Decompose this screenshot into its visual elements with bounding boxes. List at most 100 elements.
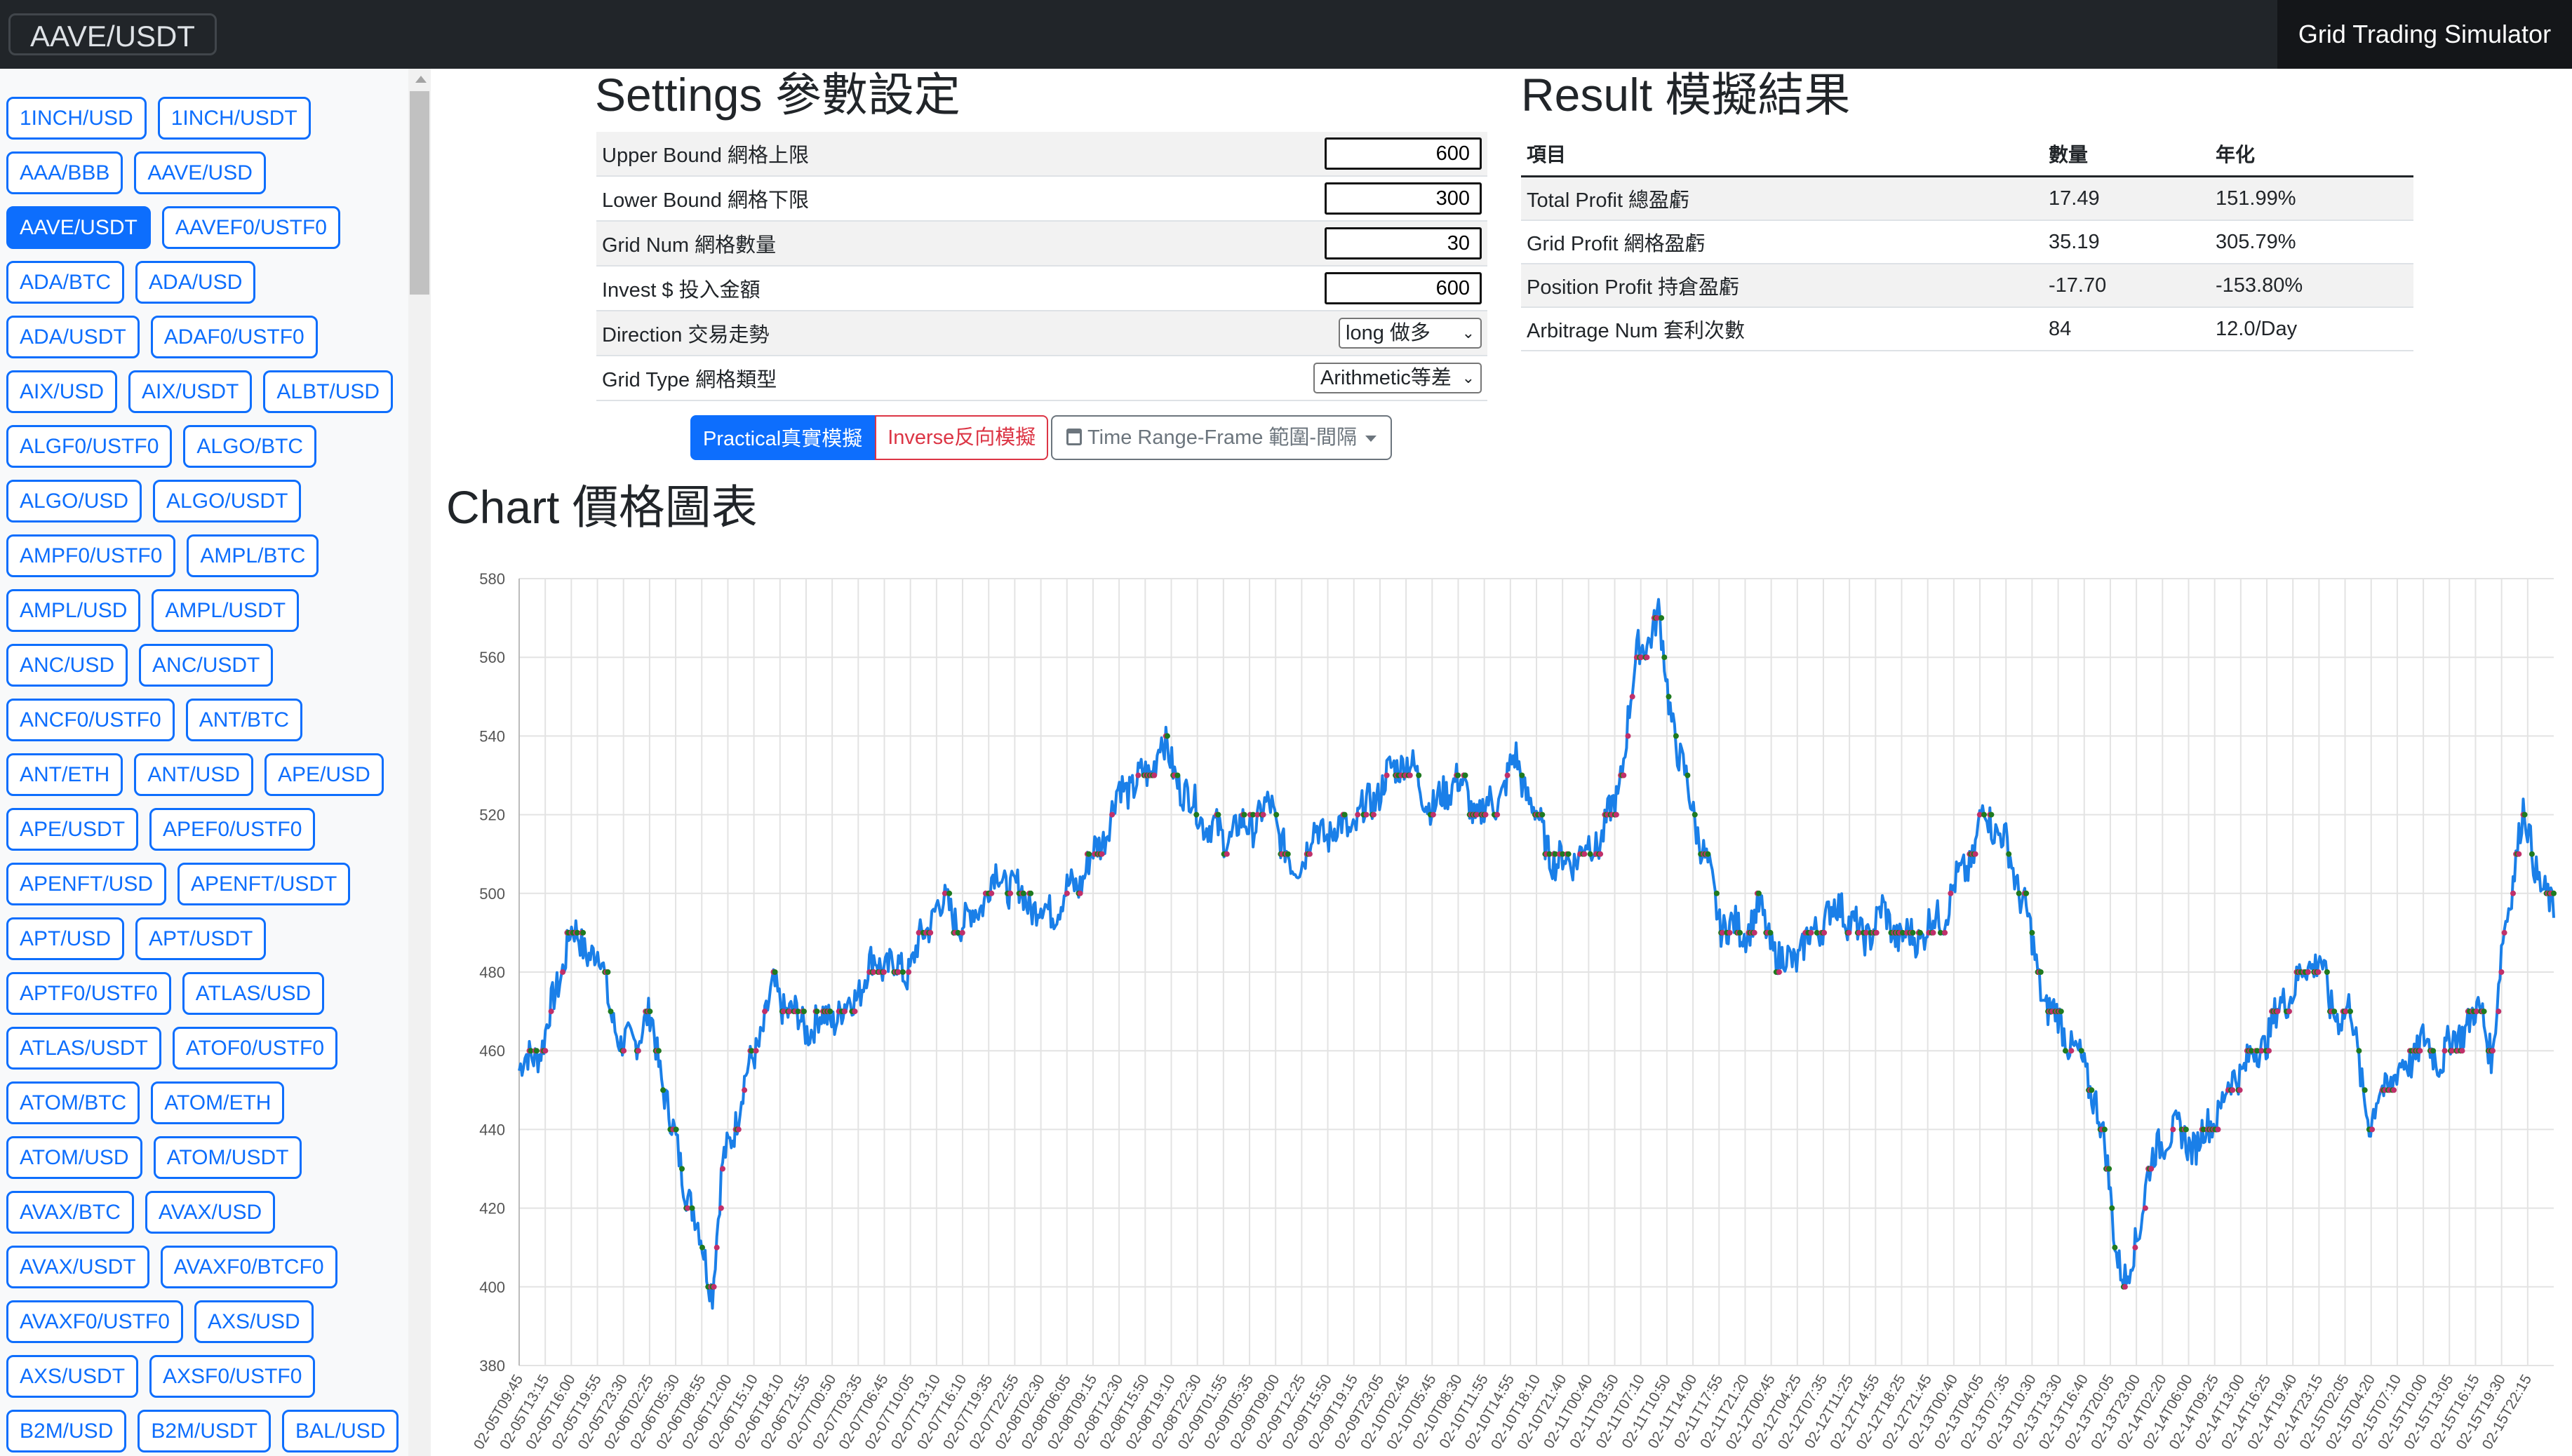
pair-button[interactable]: ADA/BTC [6, 261, 125, 304]
pair-button[interactable]: APE/USD [264, 753, 384, 796]
invest-input[interactable] [1325, 272, 1482, 304]
upper-bound-input[interactable] [1325, 137, 1482, 170]
result-amount: -17.70 [2043, 264, 2210, 308]
pair-button[interactable]: APTF0/USTF0 [6, 972, 171, 1015]
pair-button[interactable]: ANC/USD [6, 644, 128, 687]
pair-button[interactable]: AVAXF0/BTCF0 [160, 1246, 337, 1288]
pair-button[interactable]: ATLAS/USDT [6, 1027, 161, 1070]
pair-button[interactable]: B2M/USDT [138, 1410, 272, 1452]
buy-marker [673, 1126, 679, 1133]
buy-marker [580, 929, 587, 936]
direction-select[interactable]: long 做多 ⌄ [1339, 318, 1482, 349]
pair-button[interactable]: APE/USDT [6, 808, 139, 851]
pair-button[interactable]: ALGO/BTC [183, 425, 317, 468]
sell-marker [1064, 890, 1070, 896]
sell-marker [852, 1009, 858, 1015]
buy-marker [1917, 929, 1923, 936]
buy-marker [1565, 851, 1572, 857]
pair-button[interactable]: ADA/USD [135, 261, 256, 304]
pair-button[interactable]: ANT/BTC [185, 699, 303, 741]
sell-marker [2369, 1126, 2376, 1133]
pair-button[interactable]: ADAF0/USTF0 [150, 316, 318, 358]
pair-button[interactable]: AXS/USDT [6, 1355, 139, 1398]
sell-marker [1224, 851, 1230, 857]
pair-button[interactable]: ATOM/USD [6, 1136, 142, 1179]
practical-simulation-button[interactable]: Practical真實模擬 [690, 415, 876, 460]
pair-button[interactable]: ATOM/ETH [151, 1081, 285, 1124]
pair-button[interactable]: ANCF0/USTF0 [6, 699, 175, 741]
pair-button[interactable]: ANT/USD [134, 753, 254, 796]
buy-marker [1684, 772, 1691, 778]
y-tick-label: 480 [479, 964, 505, 981]
pair-button[interactable]: BAL/USD [282, 1410, 399, 1452]
pair-button[interactable]: AVAXF0/USTF0 [6, 1300, 183, 1343]
pair-button[interactable]: APENFT/USD [6, 863, 167, 905]
pair-button[interactable]: AMPL/BTC [187, 534, 319, 577]
pair-button[interactable]: APT/USDT [135, 917, 267, 960]
buy-marker [814, 1009, 820, 1015]
pair-button[interactable]: AXSF0/USTF0 [149, 1355, 316, 1398]
pair-button[interactable]: AXS/USD [194, 1300, 314, 1343]
pair-button[interactable]: 1INCH/USD [6, 97, 147, 140]
pair-button[interactable]: APT/USD [6, 917, 125, 960]
buy-marker [1193, 811, 1200, 818]
pair-button[interactable]: ATOM/USDT [153, 1136, 302, 1179]
pair-button[interactable]: B2M/USD [6, 1410, 127, 1452]
app-title[interactable]: Grid Trading Simulator [2277, 0, 2572, 69]
pair-button[interactable]: AAA/BBB [6, 151, 123, 194]
pair-button[interactable]: ALGO/USD [6, 480, 142, 523]
sell-marker [742, 1087, 748, 1093]
pair-button[interactable]: AMPL/USDT [152, 589, 300, 632]
sell-marker [1109, 811, 1116, 818]
pair-button[interactable]: AMPF0/USTF0 [6, 534, 176, 577]
sell-marker [720, 1166, 725, 1172]
pair-button[interactable]: AVAX/USDT [6, 1246, 149, 1288]
buy-marker [1462, 772, 1468, 778]
pair-button[interactable]: AMPL/USD [6, 589, 141, 632]
buy-marker [647, 1009, 653, 1015]
lower-bound-input[interactable] [1325, 182, 1482, 215]
pair-button[interactable]: APENFT/USDT [178, 863, 351, 905]
pair-button[interactable]: ALGO/USDT [153, 480, 302, 523]
pair-button[interactable]: AIX/USDT [128, 370, 253, 413]
pair-button[interactable]: APEF0/USTF0 [149, 808, 316, 851]
chart-heading: Chart 價格圖表 [446, 481, 758, 533]
sell-marker [2315, 969, 2322, 975]
pair-button[interactable]: ANC/USDT [139, 644, 274, 687]
buy-marker [1587, 851, 1593, 857]
buy-marker [2183, 1126, 2189, 1133]
result-metric: Position Profit 持倉盈虧 [1521, 264, 2043, 308]
pair-button[interactable]: ATOF0/USTF0 [172, 1027, 338, 1070]
pair-button[interactable]: AAVEF0/USTF0 [161, 206, 340, 249]
time-range-dropdown[interactable]: Time Range-Frame 範圍-間隔 [1051, 415, 1393, 460]
pair-button[interactable]: AIX/USD [6, 370, 118, 413]
scroll-up-icon[interactable] [415, 76, 427, 83]
pair-button[interactable]: 1INCH/USDT [157, 97, 311, 140]
sell-marker [542, 1048, 549, 1054]
pair-button[interactable]: AVAX/BTC [6, 1191, 134, 1234]
grid-type-select[interactable]: Arithmetic等差 ⌄ [1313, 363, 1482, 393]
pair-button[interactable]: AVAX/USD [145, 1191, 276, 1234]
sell-marker [2417, 1048, 2423, 1054]
pair-button[interactable]: ADA/USDT [6, 316, 140, 358]
pair-button[interactable]: ANT/ETH [6, 753, 123, 796]
pair-button[interactable]: ATOM/BTC [6, 1081, 140, 1124]
pair-button[interactable]: ALGF0/USTF0 [6, 425, 173, 468]
grid-num-input[interactable] [1325, 227, 1482, 259]
pair-button[interactable]: ALBT/USD [263, 370, 394, 413]
sell-marker [2442, 1048, 2448, 1054]
inverse-simulation-button[interactable]: Inverse反向模擬 [875, 415, 1049, 460]
buy-marker [2063, 1048, 2068, 1054]
pair-button[interactable]: AAVE/USDT [6, 206, 151, 249]
buy-marker [2037, 969, 2044, 975]
sell-marker [2230, 1087, 2236, 1093]
pair-button[interactable]: AAVE/USD [134, 151, 266, 194]
sell-marker [2237, 1087, 2243, 1093]
sell-marker [1751, 929, 1757, 936]
buy-marker [660, 1087, 667, 1093]
sell-marker [560, 969, 566, 975]
sidebar-scroll-thumb[interactable] [410, 91, 429, 295]
sell-marker [989, 890, 995, 896]
pair-button[interactable]: ATLAS/USD [182, 972, 325, 1015]
sell-marker [2148, 1166, 2155, 1172]
